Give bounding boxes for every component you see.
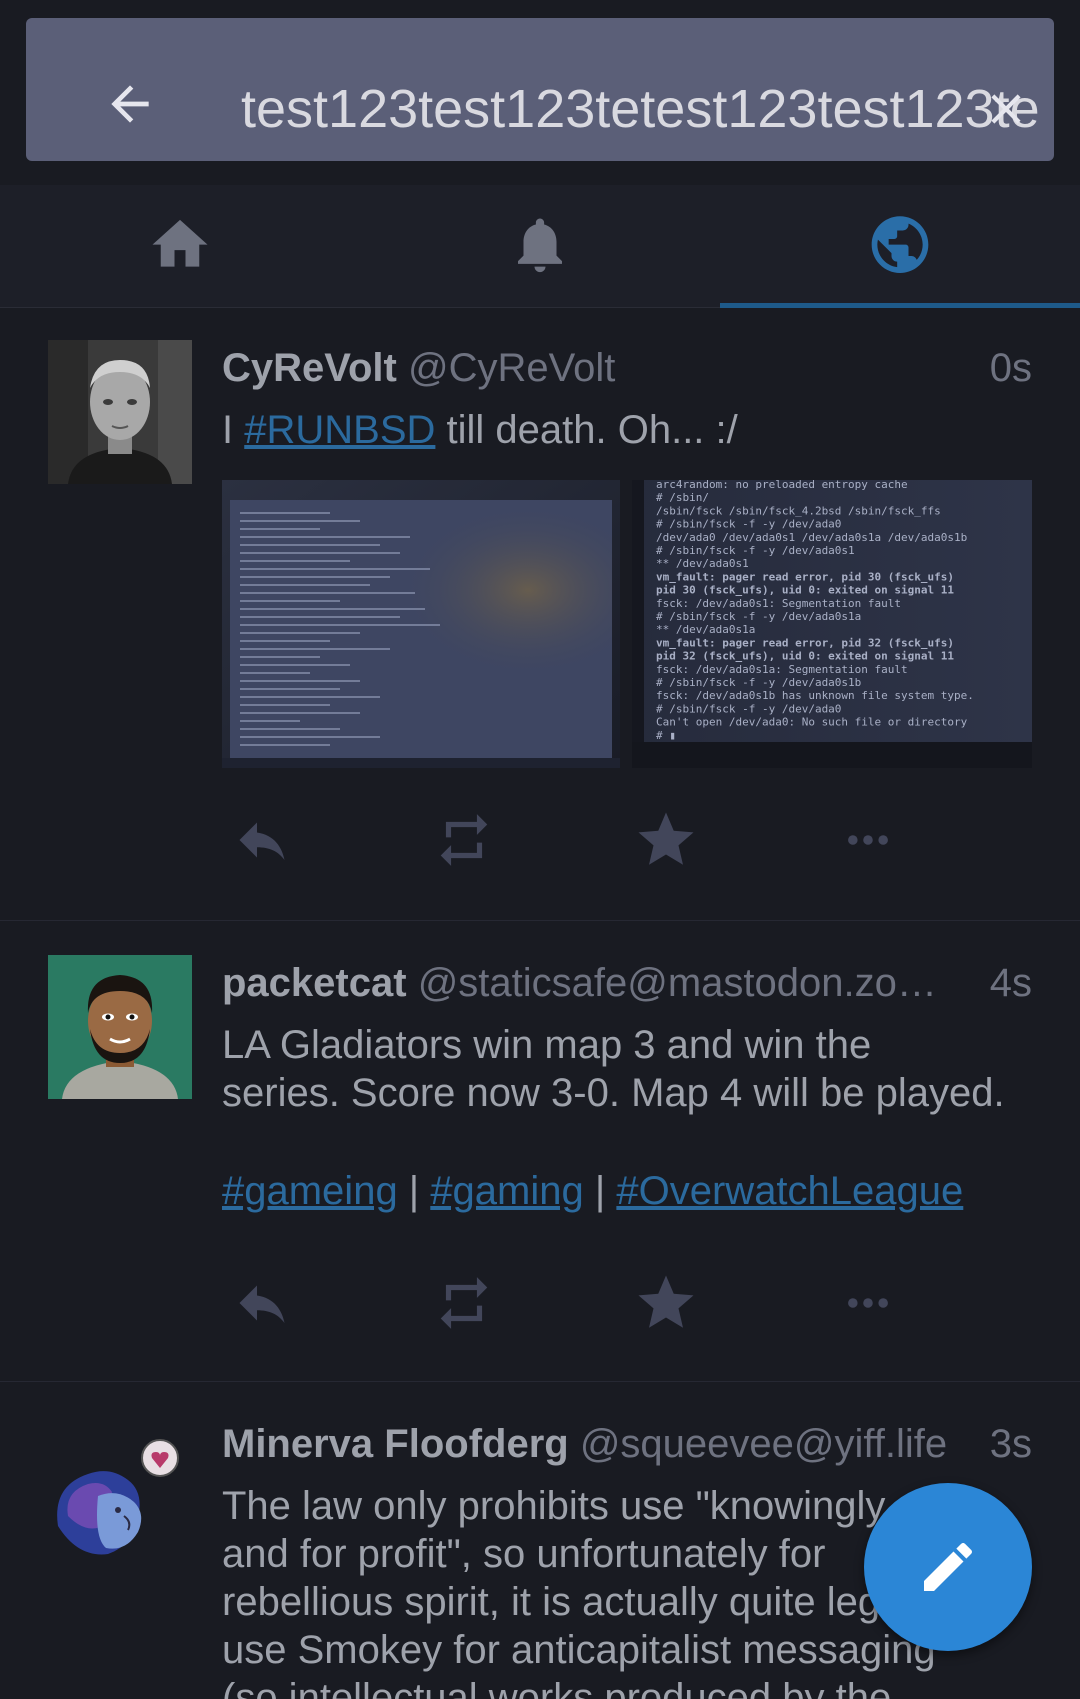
arrow-left-icon[interactable]: [102, 76, 158, 132]
content-text: LA Gladiators win map 3 and win the: [222, 1023, 872, 1067]
reply-icon: [239, 1285, 285, 1323]
terminal-line: arc4random: no preloaded entropy cache: [656, 480, 908, 491]
star-icon: [638, 812, 694, 865]
timestamp: 3s: [989, 1422, 1032, 1466]
home-icon: [152, 219, 208, 267]
bell-icon: [518, 218, 562, 273]
reply-button[interactable]: [222, 800, 302, 880]
avatar[interactable]: [48, 955, 192, 1099]
terminal-line: # /sbin/fsck -f -y /dev/ada0s1b: [656, 676, 861, 689]
avatar[interactable]: [48, 1426, 192, 1570]
terminal-line: # ▮: [656, 729, 676, 742]
display-name[interactable]: packetcat: [222, 961, 407, 1005]
terminal-line: ** /dev/ada0s1a: [656, 623, 755, 636]
terminal-line: /sbin/fsck /sbin/fsck_4.2bsd /sbin/fsck_…: [656, 504, 941, 517]
content-text: I: [222, 408, 245, 452]
terminal-line: vm_fault: pager read error, pid 32 (fsck…: [656, 636, 954, 649]
terminal-line: pid 32 (fsck_ufs), uid 0: exited on sign…: [656, 650, 954, 663]
hashtag-link[interactable]: #gaming: [430, 1169, 583, 1213]
status-actions: [222, 1263, 1032, 1343]
more-icon: [848, 835, 888, 845]
terminal-line: # /sbin/fsck -f -y /dev/ada0s1a: [656, 610, 861, 623]
more-button[interactable]: [828, 800, 908, 880]
terminal-line: fsck: /dev/ada0s1: Segmentation fault: [656, 597, 901, 610]
hashtag-link[interactable]: #RUNBSD: [244, 408, 435, 452]
favourite-button[interactable]: [626, 1263, 706, 1343]
status-content: I #RUNBSD till death. Oh... :/: [222, 406, 1042, 454]
hashtag-link[interactable]: #gameing: [222, 1169, 398, 1213]
globe-icon: [871, 216, 929, 273]
status-item[interactable]: CyReVolt @CyReVolt 0s I #RUNBSD till dea…: [0, 308, 1080, 921]
media-attachment[interactable]: [222, 480, 620, 768]
boost-icon: [440, 814, 488, 866]
tab-home[interactable]: [0, 185, 360, 307]
compose-button[interactable]: [864, 1483, 1032, 1651]
favourite-button[interactable]: [626, 800, 706, 880]
content-text: (so intellectual works produced by the: [222, 1676, 892, 1699]
status-header: packetcat @staticsafe@mastodon.zo…: [222, 953, 1032, 1013]
display-name[interactable]: Minerva Floofderg: [222, 1422, 569, 1466]
avatar[interactable]: [48, 340, 192, 484]
terminal-line: pid 30 (fsck_ufs), uid 0: exited on sign…: [656, 584, 954, 597]
terminal-line: # /sbin/fsck -f -y /dev/ada0: [656, 518, 841, 531]
separator: |: [583, 1169, 617, 1213]
status-content: LA Gladiators win map 3 and win the seri…: [222, 1021, 1042, 1215]
content-text: till death. Oh... :/: [435, 408, 738, 452]
timestamp: 0s: [989, 346, 1032, 390]
boost-button[interactable]: [424, 800, 504, 880]
boost-button[interactable]: [424, 1263, 504, 1343]
hashtag-link[interactable]: #OverwatchLeague: [616, 1169, 963, 1213]
separator: |: [397, 1169, 431, 1213]
terminal-line: # /sbin/fsck -f -y /dev/ada0: [656, 702, 841, 715]
terminal-line: Can't open /dev/ada0: No such file or di…: [656, 716, 968, 729]
more-button[interactable]: [828, 1263, 908, 1343]
search-bar: test123test123tetest123test123te: [26, 18, 1054, 161]
status-item[interactable]: packetcat @staticsafe@mastodon.zo… 4s LA…: [0, 921, 1080, 1382]
app-screen: test123test123tetest123test123te CyReVol…: [0, 0, 1080, 1699]
terminal-line: ** /dev/ada0s1: [656, 557, 749, 570]
status-header: CyReVolt @CyReVolt: [222, 338, 1032, 398]
terminal-line: # /sbin/fsck -f -y /dev/ada0s1: [656, 544, 855, 557]
terminal-line: fsck: /dev/ada0s1b has unknown file syst…: [656, 689, 974, 702]
tab-notifications[interactable]: [360, 185, 720, 307]
display-name[interactable]: CyReVolt: [222, 346, 397, 390]
account-handle[interactable]: @staticsafe@mastodon.zo…: [418, 953, 937, 1013]
status-header: Minerva Floofderg @squeevee@yiff.life: [222, 1414, 1032, 1474]
boost-icon: [440, 1277, 488, 1329]
account-handle[interactable]: @CyReVolt: [408, 346, 615, 390]
tab-federated[interactable]: [720, 185, 1080, 307]
terminal-line: vm_fault: pager read error, pid 30 (fsck…: [656, 570, 954, 583]
account-handle[interactable]: @squeevee@yiff.life: [580, 1422, 947, 1466]
search-input[interactable]: test123test123tetest123test123te: [241, 74, 1054, 144]
terminal-line: fsck: /dev/ada0s1a: Segmentation fault: [656, 663, 908, 676]
content-text: series. Score now 3-0. Map 4 will be pla…: [222, 1071, 1005, 1115]
close-icon[interactable]: [981, 84, 1031, 134]
reply-button[interactable]: [222, 1263, 302, 1343]
timestamp: 4s: [989, 961, 1032, 1005]
pencil-icon: [924, 1542, 973, 1591]
media-attachment[interactable]: arc4random: no preloaded entropy cache # …: [632, 480, 1032, 768]
terminal-line: # /sbin/: [656, 491, 709, 504]
status-actions: [222, 800, 1032, 880]
tab-bar: [0, 185, 1080, 308]
reply-icon: [239, 822, 285, 860]
star-icon: [638, 1275, 694, 1328]
terminal-line: /dev/ada0 /dev/ada0s1 /dev/ada0s1a /dev/…: [656, 531, 967, 544]
more-icon: [848, 1298, 888, 1308]
